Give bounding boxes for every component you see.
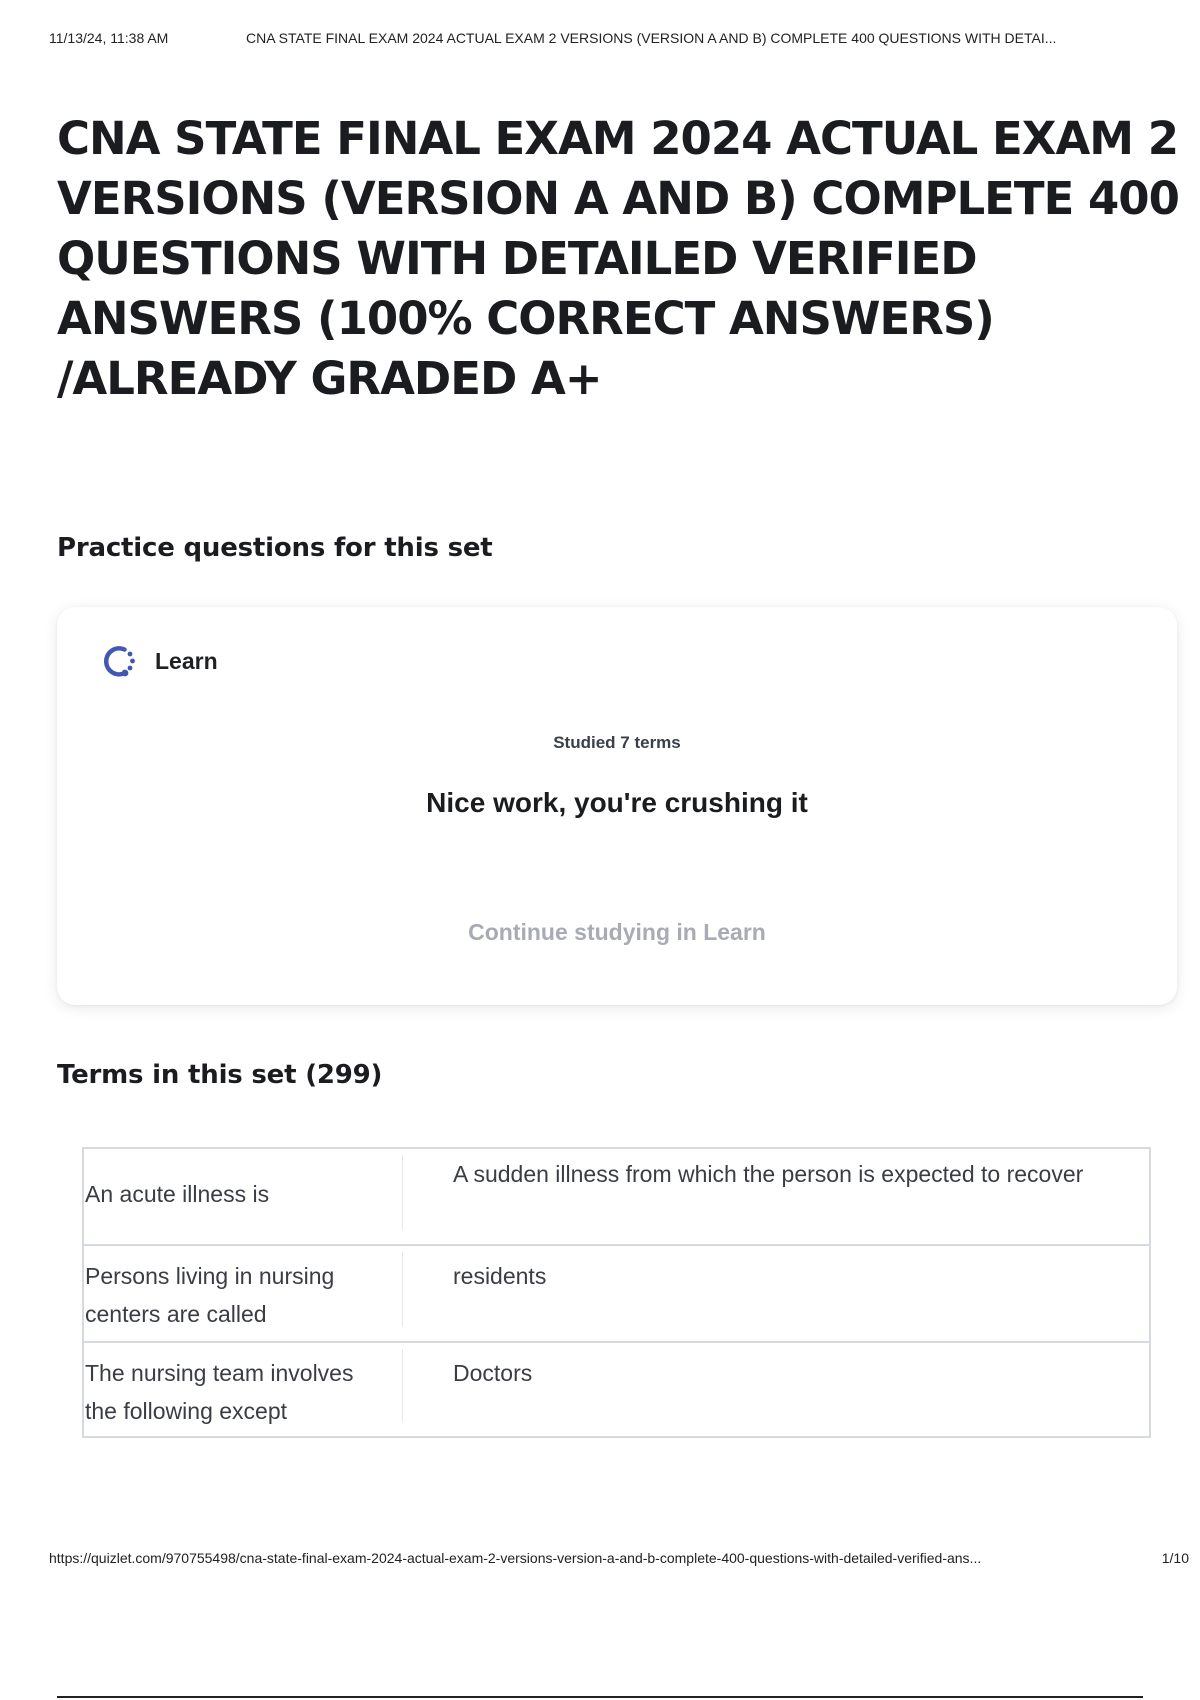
definition-text: A sudden illness from which the person i… [453,1161,1084,1187]
terms-table: An acute illness is A sudden illness fro… [82,1147,1151,1438]
print-document-title: CNA STATE FINAL EXAM 2024 ACTUAL EXAM 2 … [246,30,1057,46]
row-divider [402,1349,403,1422]
definition-text: Doctors [453,1360,533,1386]
term-text: Persons living in nursing centers are ca… [85,1263,335,1327]
page-divider [57,1696,1143,1698]
terms-heading: Terms in this set (299) [57,1060,383,1090]
learn-card: Learn Studied 7 terms Nice work, you're … [57,607,1177,1005]
studied-count: Studied 7 terms [553,733,681,752]
learn-mode-label: Learn [155,647,218,674]
learn-progress-icon [103,646,135,677]
definition-text: residents [453,1263,547,1289]
table-row: An acute illness is A sudden illness fro… [84,1149,1149,1246]
row-divider [402,1155,403,1230]
table-row: The nursing team involves the following … [84,1343,1149,1436]
progress-message: Nice work, you're crushing it [426,787,808,818]
practice-heading: Practice questions for this set [57,533,493,563]
row-divider [402,1252,403,1327]
print-date: 11/13/24, 11:38 AM [49,30,169,46]
print-header: 11/13/24, 11:38 AM CNA STATE FINAL EXAM … [49,30,1180,50]
page-number: 1/10 [1161,1550,1189,1566]
term-text: An acute illness is [85,1181,270,1207]
table-row: Persons living in nursing centers are ca… [84,1246,1149,1343]
learn-mode-row[interactable]: Learn [97,640,218,682]
set-title: CNA STATE FINAL EXAM 2024 ACTUAL EXAM 2 … [57,112,1180,405]
continue-learn-button[interactable]: Continue studying in Learn [427,919,807,946]
term-text: The nursing team involves the following … [85,1360,354,1424]
print-url: https://quizlet.com/970755498/cna-state-… [49,1550,982,1566]
